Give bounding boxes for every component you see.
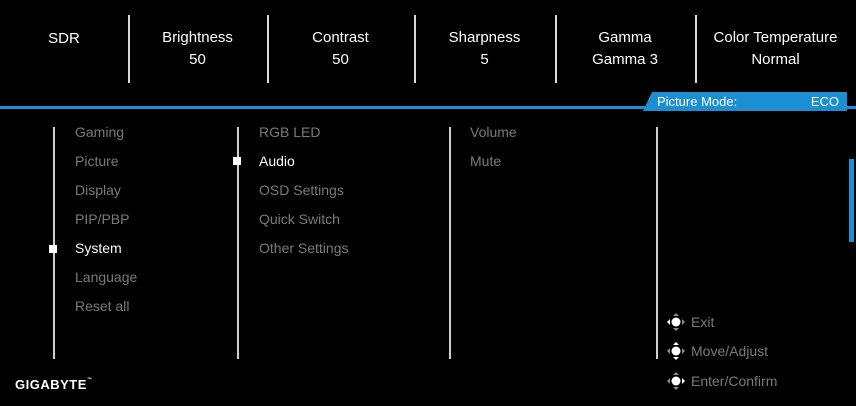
status-brightness-value: 50 xyxy=(189,51,206,68)
status-sharpness-label: Sharpness xyxy=(448,29,521,46)
status-contrast-label: Contrast xyxy=(312,29,369,46)
scroll-indicator xyxy=(849,159,854,242)
legend-exit: Exit xyxy=(665,311,714,333)
menu-item-pip-pbp[interactable]: PIP/PBP xyxy=(75,211,129,227)
submenu-item-audio[interactable]: Audio xyxy=(259,153,295,169)
status-contrast-value: 50 xyxy=(332,51,349,68)
joystick-left-icon xyxy=(667,313,685,331)
status-divider xyxy=(414,15,416,83)
status-color-temperature-value: Normal xyxy=(751,51,800,68)
osd-status-bar: SDR Brightness 50 Contrast 50 Sharpness … xyxy=(0,0,856,98)
joystick-updown-icon xyxy=(667,342,685,360)
menu-item-gaming[interactable]: Gaming xyxy=(75,124,124,140)
status-color-temperature-label: Color Temperature xyxy=(713,29,838,46)
column-divider xyxy=(53,127,55,359)
status-sharpness: Sharpness 5 xyxy=(414,0,555,98)
legend-move-label: Move/Adjust xyxy=(691,343,769,359)
status-divider xyxy=(128,15,130,83)
legend-enter-label: Enter/Confirm xyxy=(691,373,778,389)
picture-mode-value: ECO xyxy=(810,94,839,109)
status-brightness-label: Brightness xyxy=(162,29,233,46)
status-gamma: Gamma Gamma 3 xyxy=(555,0,695,98)
trademark-mark: ™ xyxy=(86,377,93,383)
status-hdr-label: SDR xyxy=(48,30,80,47)
menu-item-language[interactable]: Language xyxy=(75,269,137,285)
selection-marker xyxy=(49,245,57,253)
submenu-item-quick-switch[interactable]: Quick Switch xyxy=(259,211,340,227)
menu-item-reset-all[interactable]: Reset all xyxy=(75,298,129,314)
gigabyte-logo: GIGABYTE™ xyxy=(15,377,92,392)
status-brightness: Brightness 50 xyxy=(128,0,267,98)
joystick-press-icon xyxy=(667,372,685,390)
status-contrast: Contrast 50 xyxy=(267,0,414,98)
status-divider xyxy=(695,15,697,83)
menu-item-system[interactable]: System xyxy=(75,240,122,256)
menu-item-picture[interactable]: Picture xyxy=(75,153,119,169)
legend-enter: Enter/Confirm xyxy=(665,370,777,392)
legend-exit-label: Exit xyxy=(691,314,715,330)
submenu-item-rgb-led[interactable]: RGB LED xyxy=(259,124,320,140)
status-gamma-value: Gamma 3 xyxy=(592,51,658,68)
picture-mode-label: Picture Mode: xyxy=(657,94,738,109)
submenu-item-mute[interactable]: Mute xyxy=(470,153,501,169)
column-divider xyxy=(656,127,658,359)
submenu-item-volume[interactable]: Volume xyxy=(470,124,517,140)
selection-marker xyxy=(233,157,241,165)
menu-item-display[interactable]: Display xyxy=(75,182,121,198)
legend-move: Move/Adjust xyxy=(665,340,768,362)
status-sharpness-value: 5 xyxy=(480,51,489,68)
status-divider xyxy=(555,15,557,83)
brand-name: GIGABYTE xyxy=(15,377,87,392)
status-color-temperature: Color Temperature Normal xyxy=(695,0,856,98)
submenu-item-other-settings[interactable]: Other Settings xyxy=(259,240,349,256)
status-gamma-label: Gamma xyxy=(598,29,652,46)
status-divider xyxy=(267,15,269,83)
submenu-item-osd-settings[interactable]: OSD Settings xyxy=(259,182,344,198)
status-hdr-mode: SDR xyxy=(0,0,128,98)
picture-mode-tab: Picture Mode: ECO xyxy=(643,92,847,111)
column-divider xyxy=(449,127,451,359)
